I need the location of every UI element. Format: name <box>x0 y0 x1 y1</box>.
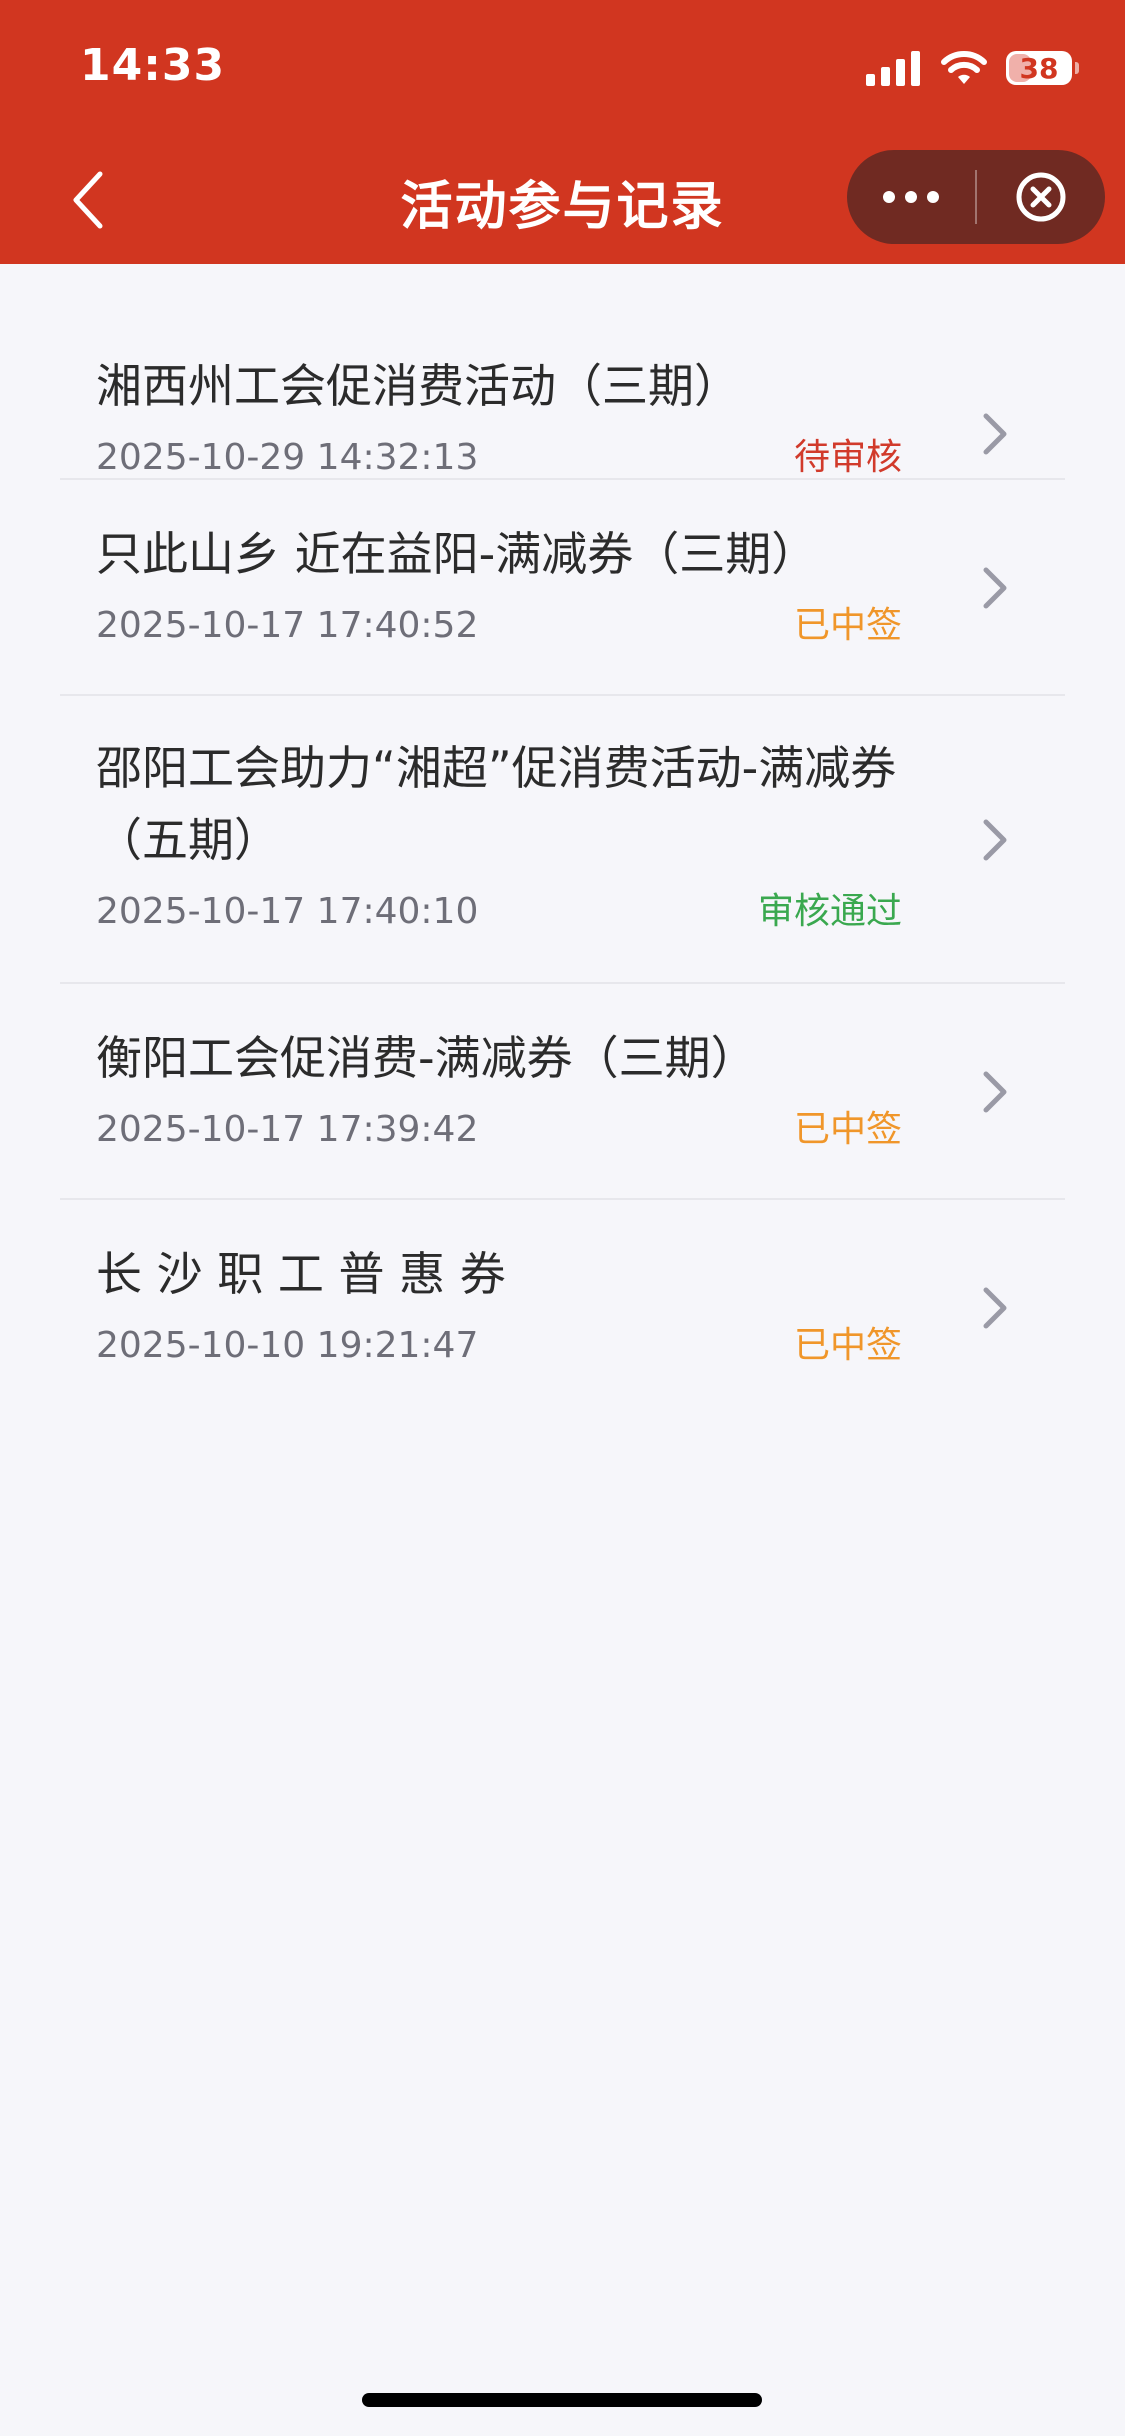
battery-cap <box>1075 62 1079 74</box>
record-time: 2025-10-10 19:21:47 <box>96 1325 479 1366</box>
more-button[interactable] <box>847 150 975 244</box>
battery-icon: 38 <box>1006 51 1072 85</box>
close-circle-icon <box>1016 172 1066 222</box>
record-item[interactable]: 只此山乡 近在益阳-满减券（三期） 2025-10-17 17:40:52 已中… <box>60 480 1065 696</box>
record-time: 2025-10-17 17:40:10 <box>96 891 479 932</box>
record-item[interactable]: 长 沙 职 工 普 惠 券 2025-10-10 19:21:47 已中签 <box>60 1200 1065 1416</box>
record-title: 湘西州工会促消费活动（三期） <box>96 359 740 413</box>
record-status: 已中签 <box>793 605 902 646</box>
home-indicator[interactable] <box>362 2393 762 2407</box>
more-dots-icon <box>883 191 895 203</box>
header: 14:33 38 活动参与记录 <box>0 0 1125 264</box>
close-button[interactable] <box>977 150 1105 244</box>
chevron-right-icon <box>983 567 1007 609</box>
record-status: 已中签 <box>793 1325 902 1366</box>
record-status: 审核通过 <box>757 891 902 932</box>
record-meta: 2025-10-29 14:32:13 待审核 <box>60 428 1065 488</box>
record-list: 湘西州工会促消费活动（三期） 2025-10-29 14:32:13 待审核 只… <box>0 264 1125 1416</box>
chevron-right-icon <box>983 1071 1007 1113</box>
record-time: 2025-10-29 14:32:13 <box>96 437 479 478</box>
record-title: 只此山乡 近在益阳-满减券（三期） <box>96 527 818 581</box>
record-title: 邵阳工会助力“湘超”促消费活动-满减券（五期） <box>96 741 897 867</box>
page: 14:33 38 活动参与记录 湘西州工会促消费活动（三期） 2025-10-2… <box>0 0 1125 2436</box>
wifi-icon <box>941 51 987 84</box>
status-icons: 38 <box>866 46 1079 90</box>
record-meta: 2025-10-10 19:21:47 已中签 <box>60 1316 1065 1376</box>
battery-level: 38 <box>1019 51 1059 85</box>
record-item[interactable]: 邵阳工会助力“湘超”促消费活动-满减券（五期） 2025-10-17 17:40… <box>60 696 1065 984</box>
record-time: 2025-10-17 17:39:42 <box>96 1109 479 1150</box>
more-dots-icon <box>905 191 917 203</box>
status-time: 14:33 <box>80 40 226 91</box>
record-item[interactable]: 湘西州工会促消费活动（三期） 2025-10-29 14:32:13 待审核 <box>60 264 1065 480</box>
record-status: 待审核 <box>793 437 902 478</box>
record-status: 已中签 <box>793 1109 902 1150</box>
record-meta: 2025-10-17 17:39:42 已中签 <box>60 1100 1065 1160</box>
mini-program-capsule <box>847 150 1105 244</box>
signal-icon <box>866 51 920 86</box>
more-dots-icon <box>927 191 939 203</box>
record-meta: 2025-10-17 17:40:10 审核通过 <box>60 882 1065 942</box>
record-meta: 2025-10-17 17:40:52 已中签 <box>60 596 1065 656</box>
record-item[interactable]: 衡阳工会促消费-满减券（三期） 2025-10-17 17:39:42 已中签 <box>60 984 1065 1200</box>
record-time: 2025-10-17 17:40:52 <box>96 605 479 646</box>
chevron-right-icon <box>983 413 1007 455</box>
chevron-right-icon <box>983 1287 1007 1329</box>
record-title: 长 沙 职 工 普 惠 券 <box>96 1247 506 1301</box>
chevron-right-icon <box>983 819 1007 861</box>
record-title: 衡阳工会促消费-满减券（三期） <box>96 1031 757 1085</box>
